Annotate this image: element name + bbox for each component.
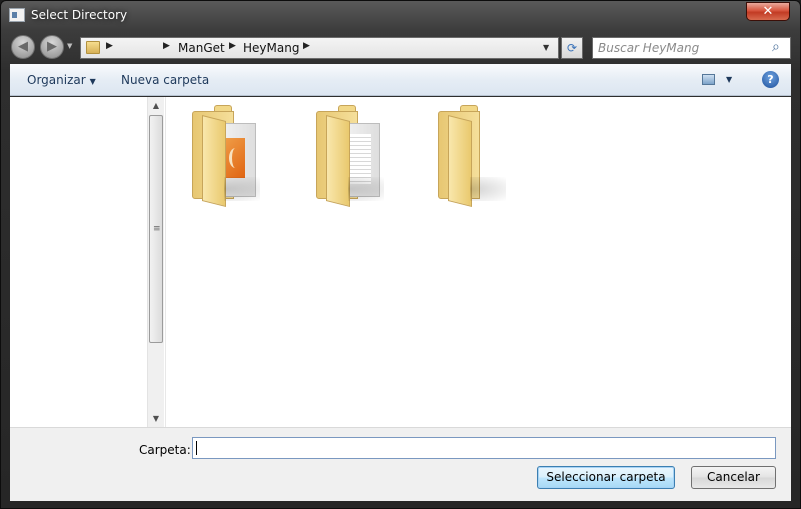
folder-front: [326, 115, 350, 207]
search-icon[interactable]: ⌕: [772, 39, 780, 55]
folder-icon: [448, 115, 472, 207]
folder-shadow: [348, 177, 384, 201]
address-bar[interactable]: ▶ ▶ ManGet ▶ HeyMang ▶ ▼: [80, 37, 559, 59]
search-box: ⌕: [592, 37, 791, 59]
window-title: Select Directory: [31, 8, 128, 22]
select-directory-window: Select Directory ✕ ◀ ▶ ▼ ▶ ▶ ManGet ▶ He…: [0, 0, 801, 509]
refresh-button[interactable]: ⟳: [561, 37, 583, 59]
refresh-icon: ⟳: [566, 41, 578, 55]
folder-item[interactable]: [190, 105, 270, 207]
cancel-button[interactable]: Cancelar: [691, 466, 776, 489]
forward-button[interactable]: ▶: [40, 35, 64, 59]
folder-shadow: [224, 177, 260, 201]
breadcrumb-separator-icon[interactable]: ▶: [163, 41, 170, 51]
scrollbar-thumb[interactable]: ≡: [149, 115, 163, 343]
organize-label: Organizar: [27, 73, 86, 87]
help-icon[interactable]: ?: [762, 71, 779, 88]
window-icon: [9, 8, 25, 22]
navigation-pane[interactable]: [10, 97, 147, 427]
command-bar: Organizar ▼ Nueva carpeta ▼ ?: [10, 64, 791, 96]
folder-item[interactable]: [314, 105, 394, 207]
folder-name-input[interactable]: [192, 437, 776, 459]
scroll-up-icon[interactable]: ▲: [148, 97, 164, 114]
arrow-left-icon: ◀: [18, 39, 28, 54]
new-folder-button[interactable]: Nueva carpeta: [121, 73, 209, 87]
text-cursor: [196, 441, 197, 455]
close-button[interactable]: ✕: [746, 2, 790, 21]
folder-shadow: [470, 177, 506, 201]
breadcrumb-root-arrow-icon[interactable]: ▶: [106, 41, 113, 51]
folder-front: [202, 115, 226, 207]
recent-locations-dropdown-icon[interactable]: ▼: [67, 42, 72, 50]
breadcrumb-separator-icon[interactable]: ▶: [303, 41, 310, 51]
folder-icon: [86, 41, 100, 54]
grip-icon: ≡: [153, 224, 161, 234]
file-list-pane[interactable]: [165, 97, 791, 427]
breadcrumb-item-heymang[interactable]: HeyMang: [243, 41, 299, 55]
chevron-down-icon: ▼: [89, 77, 96, 86]
select-folder-button[interactable]: Seleccionar carpeta: [537, 466, 675, 489]
back-button[interactable]: ◀: [11, 35, 35, 59]
navigation-bar: ◀ ▶ ▼ ▶ ▶ ManGet ▶ HeyMang ▶ ▼ ⟳ ⌕: [1, 32, 800, 62]
dialog-footer: Carpeta: Seleccionar carpeta Cancelar: [10, 427, 791, 501]
address-dropdown-icon[interactable]: ▼: [543, 43, 549, 52]
arrow-right-icon: ▶: [47, 39, 57, 54]
folder-item[interactable]: [436, 105, 516, 207]
title-bar[interactable]: Select Directory ✕: [1, 1, 800, 31]
breadcrumb-item-manget[interactable]: ManGet: [178, 41, 225, 55]
navigation-pane-scrollbar[interactable]: ▲ ≡ ▼: [147, 97, 164, 427]
change-view-icon[interactable]: [702, 74, 715, 85]
scroll-down-icon[interactable]: ▼: [148, 410, 164, 427]
organize-menu-button[interactable]: Organizar ▼: [27, 73, 96, 87]
search-input[interactable]: [598, 40, 768, 56]
breadcrumb-separator-icon[interactable]: ▶: [229, 41, 236, 51]
browser-area: ▲ ≡ ▼: [10, 97, 791, 427]
folder-label: Carpeta:: [139, 443, 191, 457]
view-options-dropdown-icon[interactable]: ▼: [726, 75, 732, 84]
